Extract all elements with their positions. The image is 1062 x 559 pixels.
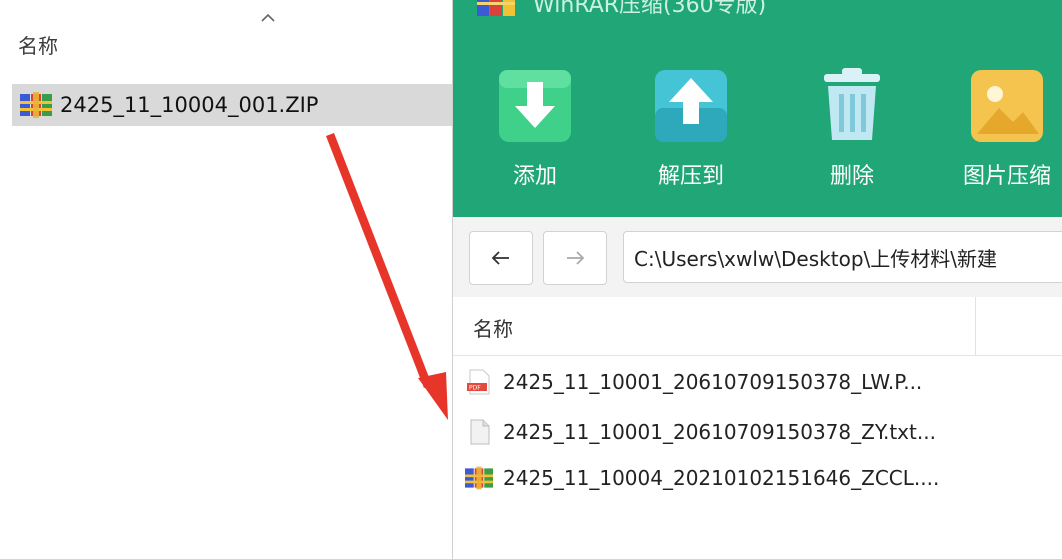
chevron-up-icon[interactable] bbox=[258, 8, 278, 28]
file-name: 2425_11_10004_20210102151646_ZCCL.... bbox=[503, 466, 940, 490]
forward-button[interactable] bbox=[543, 231, 607, 285]
explorer-pane: 名称 2425_11_10004_001.ZIP bbox=[0, 0, 452, 559]
arrow-right-icon bbox=[567, 251, 585, 265]
file-row-pdf[interactable]: PDF 2425_11_10001_20610709150378_LW.P... bbox=[453, 356, 1062, 408]
toolbar: WinRAR压缩(360专版) 添加 解压到 删除 图片压缩 bbox=[453, 0, 1062, 217]
column-header-name[interactable]: 名称 bbox=[473, 313, 513, 342]
winrar-archive-icon bbox=[20, 92, 52, 118]
pdf-file-icon: PDF bbox=[467, 369, 490, 395]
archive-window: WinRAR压缩(360专版) 添加 解压到 删除 图片压缩 C:\Users\… bbox=[452, 0, 1062, 559]
extract-icon bbox=[655, 70, 727, 142]
file-name: 2425_11_10001_20610709150378_ZY.txt... bbox=[503, 420, 936, 444]
toolbar-label: 图片压缩 bbox=[962, 164, 1051, 189]
toolbar-label: 解压到 bbox=[657, 164, 724, 189]
address-bar: C:\Users\xwlw\Desktop\上传材料\新建 bbox=[453, 217, 1062, 297]
column-header-name[interactable]: 名称 bbox=[18, 30, 58, 59]
toolbar-add-button[interactable]: 添加 bbox=[475, 68, 595, 190]
app-logo-icon bbox=[477, 0, 515, 16]
window-title: WinRAR压缩(360专版) bbox=[533, 0, 767, 16]
toolbar-label: 删除 bbox=[829, 164, 874, 189]
file-name: 2425_11_10004_001.ZIP bbox=[60, 93, 319, 117]
column-divider[interactable] bbox=[975, 297, 976, 355]
file-row-zip[interactable]: 2425_11_10004_001.ZIP bbox=[12, 84, 452, 126]
back-button[interactable] bbox=[469, 231, 533, 285]
image-compress-icon bbox=[971, 70, 1043, 142]
file-list-header: 名称 bbox=[453, 297, 1062, 356]
text-file-icon bbox=[470, 419, 490, 445]
winrar-archive-icon bbox=[465, 466, 493, 490]
delete-icon bbox=[824, 68, 880, 140]
title-bar: WinRAR压缩(360专版) bbox=[453, 0, 1062, 16]
arrow-left-icon bbox=[491, 251, 509, 265]
toolbar-image-compress-button[interactable]: 图片压缩 bbox=[947, 68, 1062, 190]
toolbar-delete-button[interactable]: 删除 bbox=[792, 68, 912, 190]
file-row-archive[interactable]: 2425_11_10004_20210102151646_ZCCL.... bbox=[453, 452, 1062, 504]
toolbar-extract-button[interactable]: 解压到 bbox=[631, 68, 751, 190]
add-icon bbox=[499, 70, 571, 142]
file-row-txt[interactable]: 2425_11_10001_20610709150378_ZY.txt... bbox=[453, 406, 1062, 458]
toolbar-label: 添加 bbox=[512, 164, 557, 189]
file-name: 2425_11_10001_20610709150378_LW.P... bbox=[503, 370, 923, 394]
path-input[interactable]: C:\Users\xwlw\Desktop\上传材料\新建 bbox=[623, 231, 1062, 283]
svg-text:PDF: PDF bbox=[469, 385, 481, 392]
